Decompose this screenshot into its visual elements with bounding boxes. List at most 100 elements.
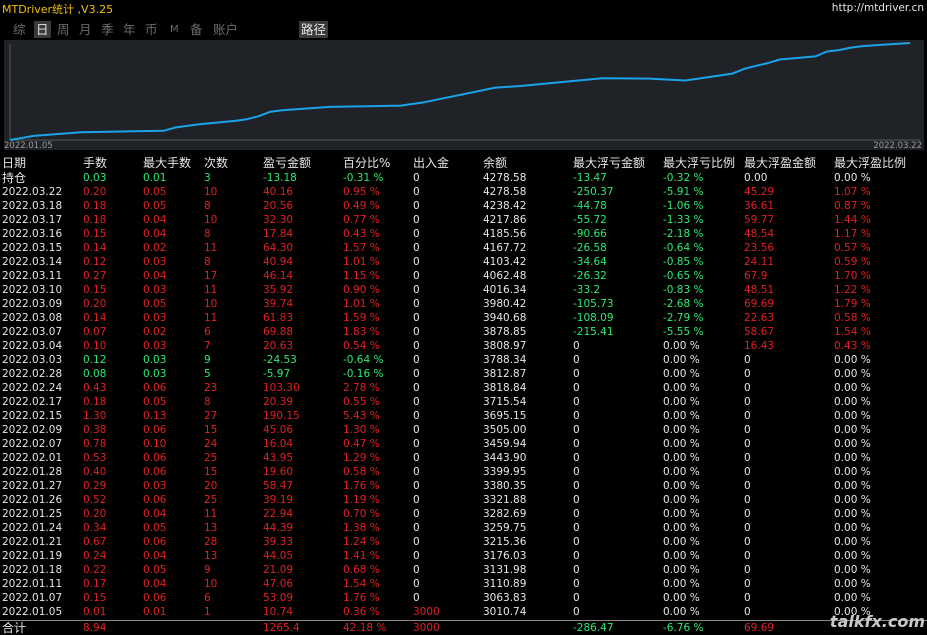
table-row: 2022.03.17 0.18 0.04 10 32.30 0.77 % 0 4217.86 -… xyxy=(0,213,927,227)
cell-date: 2022.01.19 xyxy=(2,550,63,562)
cell-max-float-loss: 0 xyxy=(573,536,580,548)
table-row: 2022.01.05 0.01 0.01 1 10.74 0.36 % 3000 3010.7… xyxy=(0,605,927,619)
cell-cash-flow: 0 xyxy=(413,578,420,590)
cell-max-float-profit-pct: 1.70 % xyxy=(834,270,871,282)
cell-cash-flow: 0 xyxy=(413,494,420,506)
cell-percent: 1.54 % xyxy=(343,578,380,590)
cell-max-lots: 0.06 xyxy=(143,424,167,436)
table-row: 2022.02.28 0.08 0.03 5 -5.97 -0.16 % 0 3812.87 0… xyxy=(0,367,927,381)
holding-cell-count: 3 xyxy=(204,172,211,184)
website-link[interactable]: http://mtdriver.cn xyxy=(832,2,924,14)
cell-count: 8 xyxy=(204,256,211,268)
cell-date: 2022.02.28 xyxy=(2,368,63,380)
cell-max-float-loss-pct: -2.18 % xyxy=(663,228,704,240)
cell-date: 2022.01.18 xyxy=(2,564,63,576)
cell-pnl: 39.74 xyxy=(263,298,294,310)
table-row: 2022.03.15 0.14 0.02 11 64.30 1.57 % 0 4167.72 -… xyxy=(0,241,927,255)
cell-max-float-loss-pct: -1.33 % xyxy=(663,214,704,226)
cell-max-float-profit-pct: 1.07 % xyxy=(834,186,871,198)
cell-percent: 1.01 % xyxy=(343,256,380,268)
cell-max-float-loss-pct: -2.68 % xyxy=(663,298,704,310)
cell-max-lots: 0.06 xyxy=(143,466,167,478)
cell-date: 2022.03.03 xyxy=(2,354,63,366)
tab-overview[interactable]: 综 xyxy=(13,21,26,38)
cell-max-float-profit: 59.77 xyxy=(744,214,775,226)
cell-count: 24 xyxy=(204,438,218,450)
table-row: 2022.03.16 0.15 0.04 8 17.84 0.43 % 0 4185.56 -9… xyxy=(0,227,927,241)
table-row: 2022.01.21 0.67 0.06 28 39.33 1.24 % 0 3215.36 0… xyxy=(0,535,927,549)
cell-percent: 0.36 % xyxy=(343,606,380,618)
column-header-max-float-profit: 最大浮盈金额 xyxy=(744,156,817,170)
tab-daily[interactable]: 日 xyxy=(34,21,51,38)
cell-max-float-profit: 0 xyxy=(744,438,751,450)
cell-date: 2022.03.18 xyxy=(2,200,63,212)
cell-max-lots: 0.05 xyxy=(143,200,167,212)
cell-percent: 0.55 % xyxy=(343,396,380,408)
cell-max-float-loss-pct: 0.00 % xyxy=(663,480,700,492)
table-row: 2022.01.18 0.22 0.05 9 21.09 0.68 % 0 3131.98 0 0… xyxy=(0,563,927,577)
cell-lots: 0.18 xyxy=(83,396,107,408)
tab-weekly[interactable]: 周 xyxy=(57,21,70,38)
cell-max-lots: 0.03 xyxy=(143,354,167,366)
tab-yearly[interactable]: 年 xyxy=(123,21,136,38)
tab-m[interactable]: M xyxy=(170,21,179,38)
cell-max-float-profit: 0 xyxy=(744,522,751,534)
balance-chart-svg xyxy=(9,42,920,141)
cell-max-float-loss-pct: 0.00 % xyxy=(663,410,700,422)
cell-max-lots: 0.06 xyxy=(143,536,167,548)
cell-lots: 0.52 xyxy=(83,494,107,506)
column-header-max-float-profit-pct: 最大浮盈比例 xyxy=(834,156,907,170)
cell-max-float-profit: 0 xyxy=(744,550,751,562)
cell-max-float-loss-pct: -0.85 % xyxy=(663,256,704,268)
cell-date: 2022.03.08 xyxy=(2,312,63,324)
cell-count: 17 xyxy=(204,270,218,282)
cell-date: 2022.01.05 xyxy=(2,606,63,618)
cell-max-lots: 0.03 xyxy=(143,480,167,492)
tab-quarterly[interactable]: 季 xyxy=(101,21,114,38)
cell-max-float-profit-pct: 0.00 % xyxy=(834,466,871,478)
cell-balance: 3980.42 xyxy=(483,298,527,310)
cell-percent: 1.76 % xyxy=(343,480,380,492)
holding-cell-max-float-profit: 0.00 xyxy=(744,172,768,184)
cell-max-float-profit: 24.11 xyxy=(744,256,775,268)
cell-max-float-profit-pct: 1.44 % xyxy=(834,214,871,226)
cell-count: 11 xyxy=(204,508,218,520)
cell-balance: 3788.34 xyxy=(483,354,527,366)
cell-balance: 3459.94 xyxy=(483,438,527,450)
holding-cell-max-float-profit-pct: 0.00 % xyxy=(834,172,871,184)
cell-max-float-loss: -250.37 xyxy=(573,186,614,198)
cell-max-float-loss-pct: -0.65 % xyxy=(663,270,704,282)
cell-max-float-profit-pct: 0.00 % xyxy=(834,550,871,562)
cell-max-lots: 0.06 xyxy=(143,382,167,394)
cell-count: 13 xyxy=(204,550,218,562)
cell-max-float-loss-pct: 0.00 % xyxy=(663,592,700,604)
cell-max-lots: 0.06 xyxy=(143,592,167,604)
cell-max-float-loss-pct: 0.00 % xyxy=(663,494,700,506)
cell-max-float-loss-pct: 0.00 % xyxy=(663,438,700,450)
cell-cash-flow: 0 xyxy=(413,228,420,240)
tab-notes[interactable]: 备 xyxy=(190,21,203,38)
cell-lots: 0.24 xyxy=(83,550,107,562)
cell-cash-flow: 0 xyxy=(413,536,420,548)
cell-date: 2022.03.11 xyxy=(2,270,63,282)
table-row: 2022.02.09 0.38 0.06 15 45.06 1.30 % 0 3505.00 0… xyxy=(0,423,927,437)
cell-pnl: 46.14 xyxy=(263,270,294,282)
tab-path[interactable]: 路径 xyxy=(299,21,329,38)
cell-cash-flow: 0 xyxy=(413,340,420,352)
cell-max-float-profit-pct: 0.00 % xyxy=(834,522,871,534)
cell-pnl: 58.47 xyxy=(263,480,294,492)
cell-count: 11 xyxy=(204,284,218,296)
cell-cash-flow: 0 xyxy=(413,592,420,604)
cell-max-float-loss: 0 xyxy=(573,382,580,394)
tab-monthly[interactable]: 月 xyxy=(79,21,92,38)
holding-cell-lots: 0.03 xyxy=(83,172,107,184)
cell-max-float-profit-pct: 0.00 % xyxy=(834,438,871,450)
tab-currency[interactable]: 币 xyxy=(145,21,158,38)
balance-line xyxy=(9,42,911,141)
cell-cash-flow: 0 xyxy=(413,312,420,324)
cell-percent: 0.95 % xyxy=(343,186,380,198)
cell-cash-flow: 0 xyxy=(413,396,420,408)
tab-account[interactable]: 账户 xyxy=(213,21,238,38)
cell-max-float-loss: 0 xyxy=(573,592,580,604)
cell-balance: 4062.48 xyxy=(483,270,527,282)
